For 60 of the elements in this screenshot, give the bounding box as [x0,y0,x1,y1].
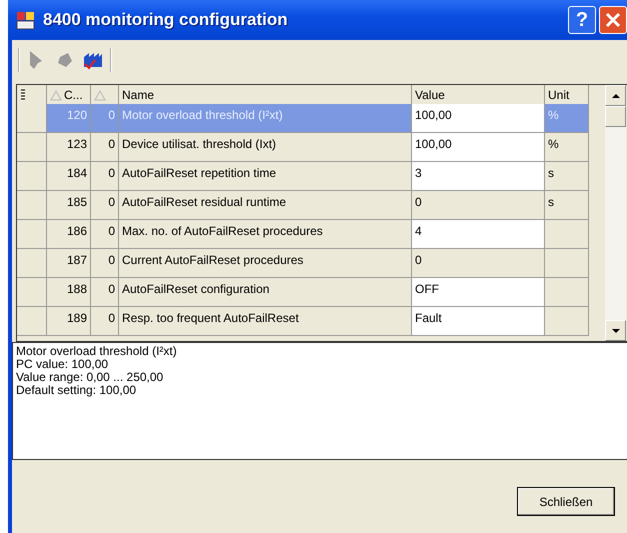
table-cell: Device utilisat. threshold (Ixt) [119,133,412,162]
description-text: Default setting: 100,00 [16,384,138,397]
table-cell: 0 [91,307,119,336]
value-field[interactable]: 3 [412,162,545,191]
table-cell: 0 [91,278,119,307]
table-cell: 0 [91,249,119,278]
value-field[interactable]: 100,00 [412,104,545,133]
table-cell: 0 [91,191,119,220]
description-text: Motor overload threshold (I²xt) [16,345,178,358]
table-cell: 187 [47,249,91,278]
table-row[interactable]: 189 0 Resp. too frequent AutoFailReset Fault [17,307,603,336]
table-row[interactable]: 187 0 Current AutoFailReset procedures 0 [17,249,603,278]
table-cell: 184 [47,162,91,191]
value-field[interactable]: Fault [412,307,545,336]
table-cell: 0 [91,104,119,133]
table-cell: % [545,104,589,133]
window-title: 8400 monitoring configuration [43,10,289,30]
description-text: PC value: 100,00 [16,358,110,371]
row-selector-icon[interactable] [20,88,26,101]
table-cell: AutoFailReset residual runtime [119,191,412,220]
close-icon[interactable] [604,11,622,29]
table-cell: s [545,191,589,220]
table-row[interactable]: 188 0 AutoFailReset configuration OFF [17,278,603,307]
value-field[interactable]: 0 [412,249,545,278]
app-icon [16,10,35,30]
scroll-down-button[interactable] [605,320,626,341]
table-cell: 186 [47,220,91,249]
value-field[interactable]: OFF [412,278,545,307]
table-row[interactable]: 120 0 Motor overload threshold (I²xt) 100,00 % [17,104,603,133]
table-cell: 189 [47,307,91,336]
up-arrow-icon[interactable] [610,92,620,98]
table-cell: AutoFailReset repetition time [119,162,412,191]
help-button[interactable]: ? [568,6,596,34]
down-arrow-icon[interactable] [610,328,620,334]
table-cell: Max. no. of AutoFailReset procedures [119,220,412,249]
table-cell: 0 [91,220,119,249]
table-cell: % [545,133,589,162]
table-cell: 0 [91,133,119,162]
value-field[interactable]: 4 [412,220,545,249]
description-text: Value range: 0,00 ... 250,00 [16,371,164,384]
table-cell: Resp. too frequent AutoFailReset [119,307,412,336]
scroll-up-button[interactable] [605,85,626,106]
table-row[interactable]: 123 0 Device utilisat. threshold (Ixt) 100,00 % [17,133,603,162]
close-button[interactable] [599,6,627,34]
table-cell: 188 [47,278,91,307]
table-row[interactable]: 186 0 Max. no. of AutoFailReset procedures 4 [17,220,603,249]
value-field[interactable]: 100,00 [412,133,545,162]
table-cell: 0 [91,162,119,191]
table-cell: 185 [47,191,91,220]
table-cell: 123 [47,133,91,162]
table-cell: 120 [47,104,91,133]
table-row[interactable]: 185 0 AutoFailReset residual runtime 0 s [17,191,603,220]
table-row[interactable]: 184 0 AutoFailReset repetition time 3 s [17,162,603,191]
table-cell: Motor overload threshold (I²xt) [119,104,412,133]
close-button[interactable]: Schließen [517,487,615,516]
value-field[interactable]: 0 [412,191,545,220]
table-cell: s [545,162,589,191]
scrollbar-thumb[interactable] [605,106,626,127]
table-cell: Current AutoFailReset procedures [119,249,412,278]
table-cell: AutoFailReset configuration [119,278,412,307]
